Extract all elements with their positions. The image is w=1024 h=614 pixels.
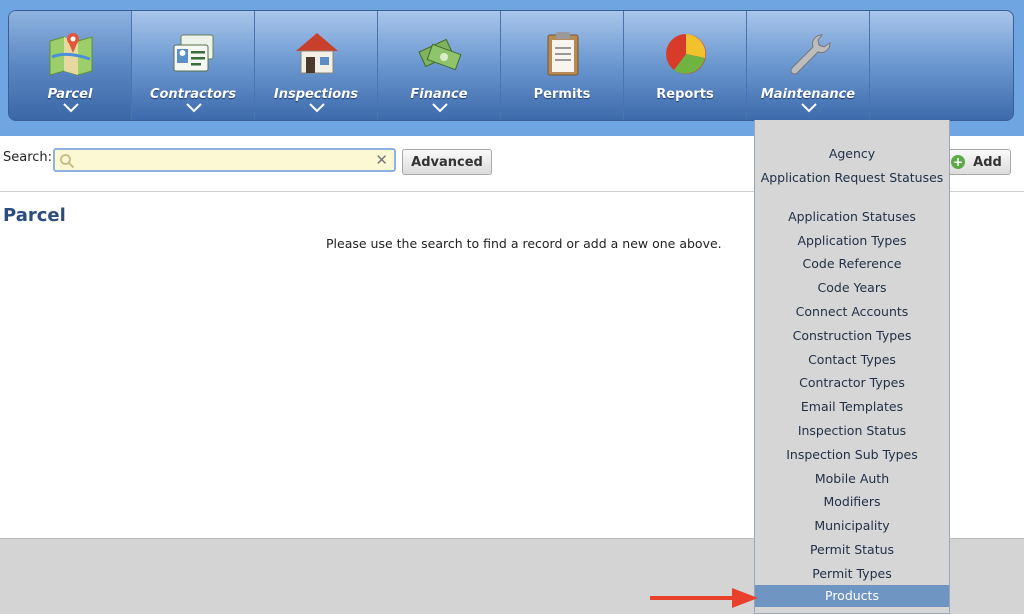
menu-item-contractor-types[interactable]: Contractor Types <box>755 375 949 390</box>
search-input[interactable] <box>79 152 373 170</box>
maintenance-dropdown: Agency Application Request Statuses Appl… <box>754 120 950 614</box>
chevron-down-icon <box>186 103 202 113</box>
menu-item-municipality[interactable]: Municipality <box>755 518 949 533</box>
chevron-down-icon <box>432 103 448 113</box>
nav-label: Maintenance <box>760 87 856 102</box>
menu-item-email-templates[interactable]: Email Templates <box>755 399 949 414</box>
nav-label: Reports <box>656 87 714 102</box>
chevron-down-icon <box>309 103 325 113</box>
menu-item-code-reference[interactable]: Code Reference <box>755 256 949 271</box>
chevron-down-icon <box>801 103 817 113</box>
nav-reports[interactable]: Reports <box>624 11 747 120</box>
pie-chart-icon <box>666 34 706 74</box>
empty-message: Please use the search to find a record o… <box>326 236 722 251</box>
map-icon <box>49 33 93 76</box>
nav-label: Inspections <box>273 87 359 102</box>
menu-item-inspection-status[interactable]: Inspection Status <box>755 423 949 438</box>
menu-item-mobile-auth[interactable]: Mobile Auth <box>755 471 949 486</box>
menu-item-permit-status[interactable]: Permit Status <box>755 542 949 557</box>
menu-item-agency[interactable]: Agency <box>755 146 949 161</box>
menu-item-construction-types[interactable]: Construction Types <box>755 328 949 343</box>
nav-label: Parcel <box>47 87 93 102</box>
menu-item-connect-accounts[interactable]: Connect Accounts <box>755 304 949 319</box>
add-button[interactable]: + Add <box>946 149 1011 175</box>
wrench-icon <box>790 34 831 75</box>
menu-item-modifiers[interactable]: Modifiers <box>755 494 949 509</box>
nav-label: Permits <box>533 87 591 102</box>
search-box[interactable]: ✕ <box>53 148 396 172</box>
page-title: Parcel <box>3 205 66 226</box>
main-nav: Parcel Contractors Inspections Finance P… <box>8 10 1014 121</box>
menu-item-contact-types[interactable]: Contact Types <box>755 352 949 367</box>
menu-item-application-statuses[interactable]: Application Statuses <box>755 209 949 224</box>
advanced-button[interactable]: Advanced <box>402 149 492 175</box>
nav-permits[interactable]: Permits <box>501 11 624 120</box>
nav-inspections[interactable]: Inspections <box>255 11 378 120</box>
id-card-icon <box>173 34 214 72</box>
clear-icon[interactable]: ✕ <box>375 151 388 169</box>
nav-label: Contractors <box>149 87 237 102</box>
menu-item-application-types[interactable]: Application Types <box>755 233 949 248</box>
nav-finance[interactable]: Finance <box>378 11 501 120</box>
add-button-label: Add <box>973 154 1002 170</box>
nav-filler <box>870 11 1013 120</box>
menu-item-inspection-sub-types[interactable]: Inspection Sub Types <box>755 447 949 462</box>
money-icon <box>418 38 462 71</box>
nav-maintenance[interactable]: Maintenance <box>747 11 870 120</box>
search-icon <box>60 154 75 169</box>
pointer-arrow-icon <box>650 588 758 608</box>
plus-icon: + <box>951 155 965 169</box>
nav-contractors[interactable]: Contractors <box>132 11 255 120</box>
menu-item-permit-types[interactable]: Permit Types <box>755 566 949 581</box>
menu-item-products[interactable]: Products <box>755 585 949 607</box>
clipboard-icon <box>547 32 579 76</box>
menu-item-code-years[interactable]: Code Years <box>755 280 949 295</box>
search-label: Search: <box>3 150 53 165</box>
chevron-down-icon <box>63 103 79 113</box>
nav-label: Finance <box>410 87 468 102</box>
nav-parcel[interactable]: Parcel <box>9 11 132 120</box>
menu-item-application-request-statuses[interactable]: Application Request Statuses <box>755 170 949 185</box>
house-icon <box>296 33 338 74</box>
